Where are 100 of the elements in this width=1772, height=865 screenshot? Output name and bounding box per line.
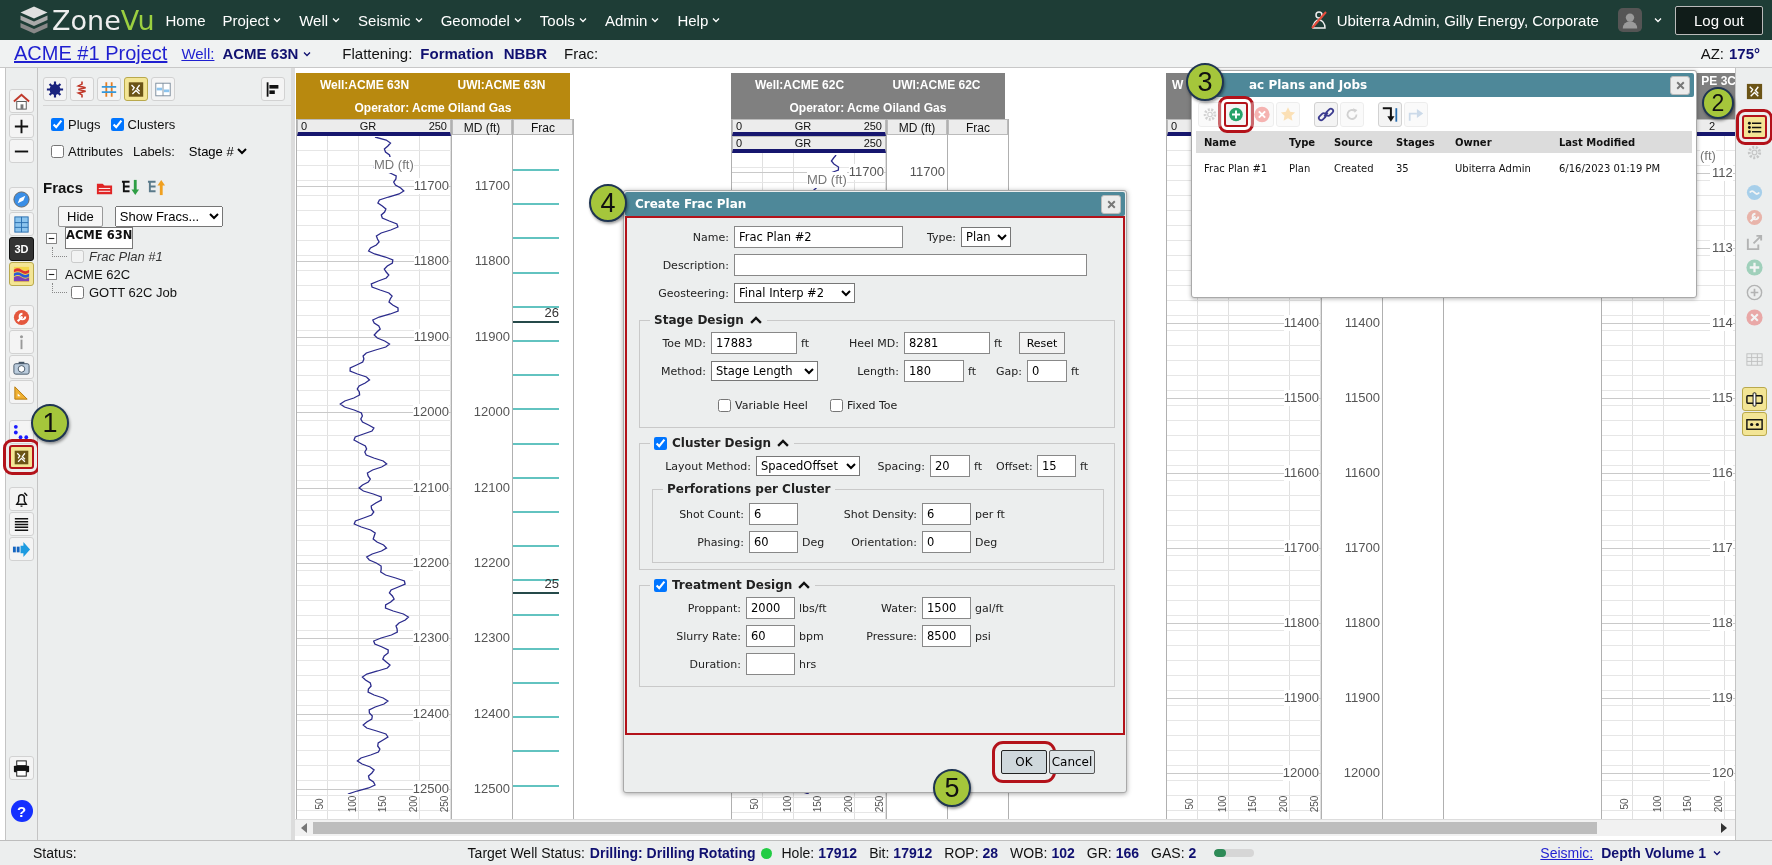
scroll-right-icon[interactable] [1721, 823, 1727, 833]
input-field[interactable]: 0 [922, 531, 971, 553]
align-icon[interactable] [261, 77, 285, 101]
labels-dropdown[interactable]: Stage # [184, 143, 250, 160]
checkbox[interactable] [654, 578, 667, 592]
input-field[interactable]: 8281 [904, 332, 990, 354]
project-link[interactable]: ACME #1 Project [14, 42, 168, 65]
input-field[interactable]: 180 [904, 360, 964, 382]
axis-tick-label: 50 [1619, 798, 1630, 810]
metric-value: 102 [1051, 845, 1075, 861]
collapse-icon[interactable] [46, 268, 57, 280]
tree-item[interactable]: GOTT 62C Job [89, 284, 177, 300]
help-button[interactable]: ? [10, 800, 33, 822]
dots-box-icon[interactable] [1741, 412, 1767, 436]
input-field[interactable]: 20 [930, 455, 970, 477]
dropdown[interactable]: Plan [961, 227, 1011, 247]
section-title: Treatment Design [672, 578, 793, 592]
menu-item[interactable]: Seismic [358, 11, 424, 29]
minus-icon[interactable] [9, 139, 34, 163]
menu-item[interactable]: Help [677, 11, 722, 29]
starburst-icon[interactable] [43, 77, 67, 101]
metric-value: 28 [982, 845, 999, 861]
checkbox[interactable] [654, 436, 667, 450]
camera-icon[interactable] [9, 355, 34, 379]
tree-item[interactable]: ACME 63N [65, 227, 134, 249]
input-field[interactable]: 17883 [711, 332, 797, 354]
show-fracs-dropdown[interactable]: Show Fracs... [114, 206, 223, 227]
depth-label: 12400 [473, 706, 510, 722]
depth-label: 11900 [1344, 690, 1380, 706]
printer-icon[interactable] [9, 756, 34, 780]
input-field[interactable]: 60 [746, 625, 795, 647]
input-field[interactable]: 15 [1037, 455, 1076, 477]
zigzag-icon[interactable] [70, 77, 94, 101]
azimuth-label: AZ: [1700, 45, 1724, 62]
logout-button[interactable]: Log out [1674, 5, 1763, 35]
ruler-icon[interactable] [9, 380, 34, 404]
link-icon[interactable] [1314, 102, 1338, 127]
cube-button[interactable]: 3D [9, 237, 34, 261]
menu-item[interactable]: Well [299, 11, 342, 29]
horizontal-scrollbar[interactable] [295, 819, 1735, 836]
scrollbar-thumb[interactable] [313, 822, 1597, 834]
field-label: Geosteering: [657, 286, 730, 300]
layers-icon[interactable] [9, 262, 34, 286]
bell-icon[interactable] [9, 487, 34, 511]
field-label: Water: [879, 601, 918, 615]
caret-icon [512, 15, 523, 25]
dialog-button[interactable]: Cancel [1049, 750, 1095, 774]
unit-label: ft [800, 336, 810, 350]
hash-icon[interactable] [97, 77, 121, 101]
grid-icon[interactable] [9, 212, 34, 236]
fracture-icon[interactable] [124, 77, 148, 101]
splitter-icon[interactable] [1741, 387, 1767, 411]
dropdown[interactable]: Stage Length [711, 361, 818, 381]
checkbox[interactable] [110, 118, 124, 131]
field-label: Heel MD: [847, 336, 900, 350]
input-field[interactable]: Frac Plan #2 [734, 226, 903, 248]
input-field[interactable] [746, 653, 795, 675]
info-icon[interactable] [9, 330, 34, 354]
close-button[interactable] [1101, 194, 1121, 214]
checkbox[interactable] [830, 398, 843, 412]
dropdown[interactable]: SpacedOffset [756, 456, 860, 476]
tree-item[interactable]: ACME 62C [65, 266, 131, 282]
table-row[interactable]: Frac Plan #1 Plan Created 35 Ubiterra Admin 6/16/2023 01:19 PM [1196, 153, 1692, 183]
input-field[interactable]: 6 [749, 503, 798, 525]
input-field[interactable]: 60 [749, 531, 798, 553]
scroll-left-icon[interactable] [301, 823, 307, 833]
house-icon[interactable] [9, 89, 34, 113]
hide-button[interactable]: Hide [58, 206, 103, 227]
input-field[interactable]: 1500 [922, 597, 971, 619]
menu-item[interactable]: Admin [604, 11, 661, 29]
input-field[interactable]: 0 [1027, 360, 1067, 382]
wrench-icon[interactable] [9, 305, 34, 329]
column-header: Last Modified [1559, 136, 1637, 148]
menu-item[interactable]: Geomodel [440, 11, 523, 29]
collapse-icon[interactable] [46, 232, 57, 244]
well-dropdown[interactable]: ACME 63N [222, 45, 313, 62]
depth-label: 119 [1710, 690, 1733, 706]
dropdown[interactable]: Final Interp #2 [734, 283, 855, 303]
menu-item[interactable]: Tools [539, 11, 588, 29]
seismic-link[interactable]: Seismic: [1540, 845, 1594, 861]
input-field[interactable]: 2000 [746, 597, 795, 619]
input-field[interactable] [734, 254, 1087, 276]
lines-icon[interactable] [9, 512, 34, 536]
close-button[interactable] [1670, 75, 1690, 95]
checkbox[interactable] [51, 118, 64, 131]
well-link[interactable]: Well: [181, 45, 215, 62]
compass-icon[interactable] [9, 187, 34, 211]
input-field[interactable]: 6 [922, 503, 971, 525]
plus-icon[interactable] [9, 114, 34, 138]
checkbox[interactable] [51, 145, 64, 158]
menu-item[interactable]: Project [222, 11, 283, 29]
import-icon[interactable] [1378, 102, 1402, 127]
checkbox[interactable] [718, 398, 731, 412]
checkbox[interactable] [71, 285, 84, 299]
logo-icon [18, 5, 50, 35]
menu-item[interactable]: Home [165, 11, 206, 29]
field-label: Shot Count: [678, 507, 745, 521]
input-field[interactable]: 8500 [922, 625, 971, 647]
seismic-dropdown[interactable]: Depth Volume 1 [1601, 845, 1722, 861]
reset-button[interactable]: Reset [1019, 332, 1065, 354]
